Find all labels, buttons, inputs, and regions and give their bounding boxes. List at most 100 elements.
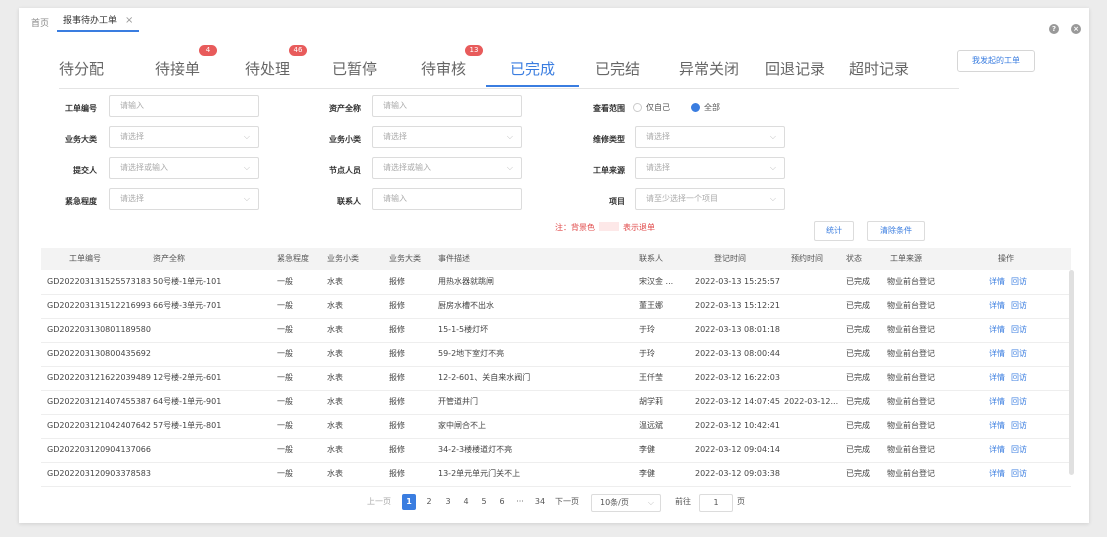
col-register-time: 登记时间 [714,254,746,263]
cell-description: 15-1-5楼灯坏 [438,325,489,334]
table-row[interactable]: GD202203130800435692 一般 水表 报修 59-2地下室灯不亮… [41,342,1071,367]
tab-close-icon[interactable]: × [125,15,133,26]
cell-source: 物业前台登记 [887,421,935,430]
urgency-select[interactable]: 请选择 ⌵ [109,188,259,210]
close-circle-icon[interactable]: × [1071,24,1081,34]
order-no-input[interactable]: 请输入 [109,95,259,117]
cell-urgency: 一般 [277,301,293,310]
detail-link[interactable]: 详情 [989,270,1005,294]
status-tab-rollback-records[interactable]: 回退记录 [765,58,825,79]
table-row[interactable]: GD202203120904137066 一般 水表 报修 34-2-3楼楼道灯… [41,438,1071,463]
revisit-link[interactable]: 回访 [1011,270,1027,294]
table-row[interactable]: GD202203130801189580 一般 水表 报修 15-1-5楼灯坏 … [41,318,1071,343]
detail-link[interactable]: 详情 [989,342,1005,366]
table-row[interactable]: GD202203120903378583 一般 水表 报修 13-2单元单元门关… [41,462,1071,487]
cell-contact: 王仟莹 [639,373,663,382]
tab-pending-orders[interactable]: 报事待办工单 × [57,12,140,32]
detail-link[interactable]: 详情 [989,438,1005,462]
cell-asset-name: 50号楼-1单元-101 [153,277,222,286]
table-row[interactable]: GD202203131525573183 50号楼-1单元-101 一般 水表 … [41,270,1071,295]
page-3[interactable]: 3 [443,494,453,510]
urgency-label: 紧急程度 [65,197,97,206]
cell-biz-major: 报修 [389,277,405,286]
table-row[interactable]: GD202203121622039489 12号楼-2单元-601 一般 水表 … [41,366,1071,391]
table-row[interactable]: GD202203131512216993 66号楼-3单元-701 一般 水表 … [41,294,1071,319]
table-scrollbar[interactable] [1069,270,1074,475]
tab-home[interactable]: 首页 [31,16,49,29]
clear-conditions-button[interactable]: 清除条件 [867,221,925,241]
contact-input[interactable]: 请输入 [372,188,522,210]
cell-asset-name: 66号楼-3单元-701 [153,301,222,310]
revisit-link[interactable]: 回访 [1011,318,1027,342]
cell-source: 物业前台登记 [887,445,935,454]
goto-page-input[interactable]: 1 [699,494,733,512]
help-icon[interactable]: ? [1049,24,1059,34]
page-4[interactable]: 4 [461,494,471,510]
page-size-select[interactable]: 10条/页 ⌵ [591,494,661,512]
detail-link[interactable]: 详情 [989,414,1005,438]
cell-biz-major: 报修 [389,397,405,406]
cell-source: 物业前台登记 [887,397,935,406]
detail-link[interactable]: 详情 [989,390,1005,414]
repair-type-label: 维修类型 [593,135,625,144]
revisit-link[interactable]: 回访 [1011,366,1027,390]
status-tab-closed[interactable]: 已完结 [595,58,640,79]
prev-page-button[interactable]: 上一页 [367,494,391,510]
scope-label: 查看范围 [593,104,625,113]
asset-name-input[interactable]: 请输入 [372,95,522,117]
cell-order-no: GD202203121042407642 [47,421,151,430]
cell-description: 59-2地下室灯不亮 [438,349,505,358]
cell-contact: 李健 [639,445,655,454]
page-2[interactable]: 2 [424,494,434,510]
cell-register-time: 2022-03-13 08:00:44 [695,349,780,358]
detail-link[interactable]: 详情 [989,318,1005,342]
status-tab-paused[interactable]: 已暂停 [332,58,377,79]
project-select[interactable]: 请至少选择一个项目 ⌵ [635,188,785,210]
status-tab-unassigned[interactable]: 待分配 [59,58,104,79]
revisit-link[interactable]: 回访 [1011,342,1027,366]
cell-biz-major: 报修 [389,445,405,454]
status-tab-to-accept[interactable]: 待接单 4 [155,45,217,79]
table-row[interactable]: GD202203121042407642 57号楼-1单元-801 一般 水表 … [41,414,1071,439]
page-ellipsis[interactable]: ··· [513,494,527,510]
repair-type-select[interactable]: 请选择 ⌵ [635,126,785,148]
biz-major-select[interactable]: 请选择 ⌵ [109,126,259,148]
stats-button[interactable]: 统计 [814,221,854,241]
submitter-select[interactable]: 请选择或输入 ⌵ [109,157,259,179]
detail-link[interactable]: 详情 [989,462,1005,486]
page-1[interactable]: 1 [402,494,416,510]
cell-biz-minor: 水表 [327,373,343,382]
col-source: 工单来源 [890,254,922,263]
revisit-link[interactable]: 回访 [1011,462,1027,486]
page-34[interactable]: 34 [533,494,547,510]
my-orders-button[interactable]: 我发起的工单 [957,50,1035,72]
revisit-link[interactable]: 回访 [1011,294,1027,318]
detail-link[interactable]: 详情 [989,366,1005,390]
cell-asset-name: 12号楼-2单元-601 [153,373,222,382]
chevron-down-icon: ⌵ [506,132,513,141]
page-5[interactable]: 5 [479,494,489,510]
revisit-link[interactable]: 回访 [1011,438,1027,462]
order-source-select[interactable]: 请选择 ⌵ [635,157,785,179]
tab-strip: 首页 报事待办工单 × ? × [19,8,1089,34]
scope-radio-all[interactable]: 全部 [691,102,720,113]
status-tab-to-process[interactable]: 待处理 46 [245,45,307,79]
cell-description: 34-2-3楼楼道灯不亮 [438,445,513,454]
scope-radio-self[interactable]: 仅自己 [633,102,670,113]
cell-biz-major: 报修 [389,469,405,478]
status-tab-to-review[interactable]: 待审核 13 [421,45,483,79]
node-person-select[interactable]: 请选择或输入 ⌵ [372,157,522,179]
cell-source: 物业前台登记 [887,325,935,334]
status-tab-abnormal-closed[interactable]: 异常关闭 [679,58,739,79]
biz-minor-select[interactable]: 请选择 ⌵ [372,126,522,148]
status-tab-completed[interactable]: 已完成 [485,58,580,87]
revisit-link[interactable]: 回访 [1011,390,1027,414]
revisit-link[interactable]: 回访 [1011,414,1027,438]
cell-description: 家中闸合不上 [438,421,486,430]
page-6[interactable]: 6 [497,494,507,510]
cell-biz-minor: 水表 [327,349,343,358]
next-page-button[interactable]: 下一页 [555,494,579,510]
detail-link[interactable]: 详情 [989,294,1005,318]
table-row[interactable]: GD202203121407455387 64号楼-1单元-901 一般 水表 … [41,390,1071,415]
status-tab-timeout-records[interactable]: 超时记录 [849,58,909,79]
